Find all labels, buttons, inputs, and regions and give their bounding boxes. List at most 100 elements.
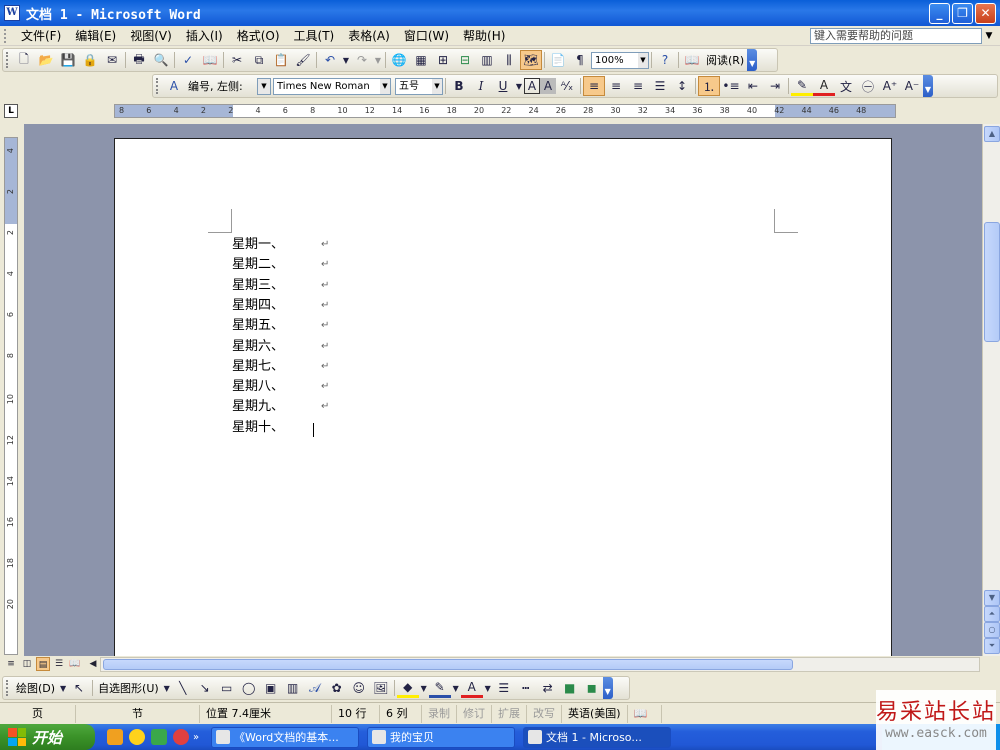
menu-edit[interactable]: 编辑(E)	[68, 27, 123, 45]
clipart-icon[interactable]: ☺	[348, 678, 370, 698]
fill-color-icon[interactable]: ◆	[396, 678, 419, 698]
previous-page-icon[interactable]: ⏶	[984, 606, 1000, 622]
save-icon[interactable]: 💾	[57, 50, 79, 70]
numbering-icon[interactable]: ⒈	[698, 76, 720, 96]
char-border-icon[interactable]: A	[524, 78, 540, 94]
help-question-input[interactable]: 键入需要帮助的问题	[810, 28, 982, 44]
char-scale-icon[interactable]: ᴬ⁄ₓ	[556, 76, 578, 96]
diagram-icon[interactable]: ✿	[326, 678, 348, 698]
bullets-icon[interactable]: •≡	[720, 76, 742, 96]
menu-grip[interactable]	[4, 28, 10, 43]
menu-window[interactable]: 窗口(W)	[397, 27, 456, 45]
document-line[interactable]: 星期六、	[232, 337, 284, 357]
toolbar-options-icon[interactable]: ▼	[602, 677, 613, 699]
status-record[interactable]: 录制	[422, 704, 457, 723]
research-icon[interactable]: 📖	[199, 50, 221, 70]
show-hide-icon[interactable]: ¶	[569, 50, 591, 70]
horizontal-scrollbar[interactable]	[100, 657, 980, 672]
align-left-icon[interactable]: ≡	[583, 76, 605, 96]
format-painter-icon[interactable]: 🖌	[292, 50, 314, 70]
menu-help[interactable]: 帮助(H)	[456, 27, 512, 45]
phonetic-guide-icon[interactable]: 文	[835, 76, 857, 96]
bold-icon[interactable]: B	[448, 76, 470, 96]
copy-icon[interactable]: ⧉	[248, 50, 270, 70]
word-app-icon[interactable]: W	[4, 5, 20, 21]
normal-view-icon[interactable]: ≡	[4, 657, 18, 671]
select-browse-object-icon[interactable]: ○	[984, 622, 1000, 638]
redo-dropdown-icon[interactable]: ▼	[373, 50, 383, 70]
decrease-indent-icon[interactable]: ⇤	[742, 76, 764, 96]
permission-icon[interactable]: 🔒	[79, 50, 101, 70]
scroll-up-icon[interactable]: ▲	[984, 126, 1000, 142]
spelling-icon[interactable]: ✓	[177, 50, 199, 70]
tab-selector[interactable]: L	[4, 104, 18, 118]
document-line[interactable]: 星期十、	[232, 418, 284, 438]
next-page-icon[interactable]: ⏷	[984, 638, 1000, 654]
underline-dropdown-icon[interactable]: ▼	[514, 76, 524, 96]
style-select[interactable]: 编号, 左侧:	[185, 78, 257, 94]
scroll-thumb[interactable]	[984, 222, 1000, 342]
document-line[interactable]: 星期四、	[232, 296, 284, 316]
draw-menu-button[interactable]: 绘图(D)	[13, 680, 58, 696]
zoom-select[interactable]: 100% ▼	[591, 51, 649, 69]
wordart-icon[interactable]: 𝒜	[304, 678, 326, 698]
email-icon[interactable]: ✉	[101, 50, 123, 70]
web-view-icon[interactable]: ◫	[20, 657, 34, 671]
menu-format[interactable]: 格式(O)	[230, 27, 287, 45]
font-size-select[interactable]: 五号 ▼	[395, 77, 443, 95]
status-extend[interactable]: 扩展	[492, 704, 527, 723]
spelling-status-icon[interactable]: 📖	[628, 704, 662, 723]
quicklaunch-browser-icon[interactable]	[173, 729, 189, 745]
autoshapes-dropdown-icon[interactable]: ▼	[162, 678, 172, 698]
horizontal-scroll-thumb[interactable]	[103, 659, 793, 670]
font-color-draw-icon[interactable]: A	[460, 678, 483, 698]
quicklaunch-app-icon[interactable]	[107, 729, 123, 745]
styles-pane-icon[interactable]: A	[163, 76, 185, 96]
cut-icon[interactable]: ✂	[226, 50, 248, 70]
arrow-icon[interactable]: ↘	[194, 678, 216, 698]
status-overtype[interactable]: 改写	[527, 704, 562, 723]
line-style-icon[interactable]: ☰	[493, 678, 515, 698]
shrink-font-icon[interactable]: A⁻	[901, 76, 923, 96]
document-map-toggle-icon[interactable]: 📄	[547, 50, 569, 70]
taskbar-item-word-doc[interactable]: 《Word文档的基本...	[211, 726, 359, 748]
toolbar-options-icon[interactable]: ▼	[747, 49, 758, 71]
quicklaunch-more-icon[interactable]: »	[189, 727, 203, 747]
minimize-button[interactable]: _	[929, 3, 950, 24]
undo-dropdown-icon[interactable]: ▼	[341, 50, 351, 70]
menu-insert[interactable]: 插入(I)	[179, 27, 230, 45]
columns-icon[interactable]: ▥	[476, 50, 498, 70]
style-dropdown[interactable]: ▼	[257, 77, 271, 95]
menu-table[interactable]: 表格(A)	[341, 27, 397, 45]
paste-icon[interactable]: 📋	[270, 50, 292, 70]
status-language[interactable]: 英语(美国)	[562, 704, 628, 723]
font-color-icon[interactable]: A	[813, 76, 835, 96]
toolbar-grip[interactable]	[156, 78, 160, 94]
document-map-icon[interactable]: 🗺	[520, 50, 542, 70]
document-line[interactable]: 星期九、	[232, 397, 284, 417]
menu-view[interactable]: 视图(V)	[123, 27, 179, 45]
rectangle-icon[interactable]: ▭	[216, 678, 238, 698]
menu-tools[interactable]: 工具(T)	[287, 27, 342, 45]
underline-icon[interactable]: U	[492, 76, 514, 96]
outline-view-icon[interactable]: ☰	[52, 657, 66, 671]
status-track-changes[interactable]: 修订	[457, 704, 492, 723]
fill-dropdown-icon[interactable]: ▼	[419, 678, 429, 698]
select-objects-icon[interactable]: ↖	[68, 678, 90, 698]
italic-icon[interactable]: I	[470, 76, 492, 96]
oval-icon[interactable]: ◯	[238, 678, 260, 698]
align-right-icon[interactable]: ≡	[627, 76, 649, 96]
line-color-icon[interactable]: ✎	[428, 678, 451, 698]
quicklaunch-image-icon[interactable]	[151, 729, 167, 745]
hyperlink-icon[interactable]: 🌐	[388, 50, 410, 70]
start-button[interactable]: 开始	[0, 724, 95, 750]
open-folder-icon[interactable]: 📂	[35, 50, 57, 70]
dash-style-icon[interactable]: ┅	[515, 678, 537, 698]
vertical-textbox-icon[interactable]: ▥	[282, 678, 304, 698]
document-line[interactable]: 星期八、	[232, 377, 284, 397]
close-button[interactable]: ✕	[975, 3, 996, 24]
line-spacing-icon[interactable]: ↕	[671, 76, 693, 96]
undo-icon[interactable]: ↶	[319, 50, 341, 70]
menu-file[interactable]: 文件(F)	[14, 27, 68, 45]
highlight-icon[interactable]: ✎	[791, 76, 813, 96]
